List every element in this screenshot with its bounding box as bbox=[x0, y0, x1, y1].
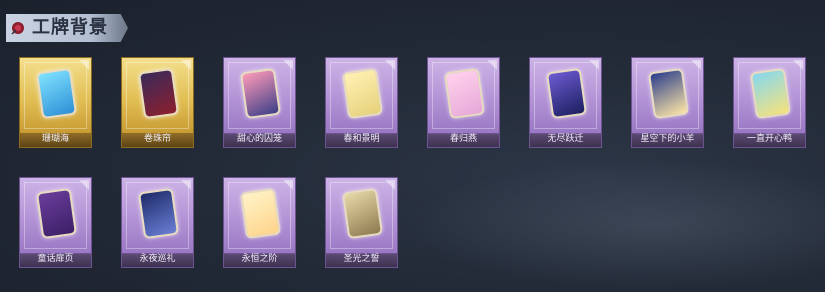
card-frame bbox=[223, 57, 296, 134]
card-spring-swallow[interactable]: 春归燕 bbox=[427, 57, 500, 148]
card-thumbnail bbox=[443, 67, 486, 120]
card-label: 永恒之阶 bbox=[241, 254, 278, 264]
card-sweetheart-cage[interactable]: 甜心的囚笼 bbox=[223, 57, 296, 148]
card-fairytale-page[interactable]: 童话扉页 bbox=[19, 177, 92, 268]
card-label: 星空下的小羊 bbox=[640, 134, 695, 144]
card-label: 甜心的囚笼 bbox=[236, 134, 282, 144]
card-eternal-night[interactable]: 永夜巡礼 bbox=[121, 177, 194, 268]
card-thumbnail bbox=[749, 67, 792, 120]
background-mist bbox=[405, 160, 825, 290]
card-frame bbox=[325, 57, 398, 134]
card-thumbnail bbox=[137, 187, 180, 240]
card-label-bar: 童话扉页 bbox=[19, 254, 92, 268]
card-starry-lamb[interactable]: 星空下的小羊 bbox=[631, 57, 704, 148]
rose-emblem-icon bbox=[11, 22, 24, 35]
card-frame bbox=[19, 57, 92, 134]
card-label: 童话扉页 bbox=[37, 254, 74, 264]
card-label-bar: 一直开心鸭 bbox=[733, 134, 806, 148]
card-label: 永夜巡礼 bbox=[139, 254, 176, 264]
card-frame bbox=[121, 57, 194, 134]
card-happy-duck[interactable]: 一直开心鸭 bbox=[733, 57, 806, 148]
card-frame bbox=[631, 57, 704, 134]
card-label: 春和景明 bbox=[343, 134, 380, 144]
card-thumbnail bbox=[239, 67, 282, 120]
card-label-bar: 永恒之阶 bbox=[223, 254, 296, 268]
card-frame bbox=[427, 57, 500, 134]
card-bead-curtain[interactable]: 卷珠帘 bbox=[121, 57, 194, 148]
card-label-bar: 春归燕 bbox=[427, 134, 500, 148]
card-frame bbox=[529, 57, 602, 134]
card-eternal-steps[interactable]: 永恒之阶 bbox=[223, 177, 296, 268]
card-label-bar: 春和景明 bbox=[325, 134, 398, 148]
card-label-bar: 珊瑚海 bbox=[19, 134, 92, 148]
card-label: 圣光之誓 bbox=[343, 254, 380, 264]
card-thumbnail bbox=[545, 67, 588, 120]
card-thumbnail bbox=[341, 187, 384, 240]
section-header: 工牌背景 bbox=[6, 14, 128, 42]
card-frame bbox=[19, 177, 92, 254]
card-label-bar: 星空下的小羊 bbox=[631, 134, 704, 148]
card-frame bbox=[121, 177, 194, 254]
card-label: 珊瑚海 bbox=[41, 134, 69, 144]
card-holy-oath[interactable]: 圣光之誓 bbox=[325, 177, 398, 268]
card-label: 卷珠帘 bbox=[143, 134, 171, 144]
card-frame bbox=[325, 177, 398, 254]
card-label-bar: 卷珠帘 bbox=[121, 134, 194, 148]
card-thumbnail bbox=[35, 67, 78, 120]
card-label-bar: 甜心的囚笼 bbox=[223, 134, 296, 148]
card-spring-bright[interactable]: 春和景明 bbox=[325, 57, 398, 148]
card-thumbnail bbox=[341, 67, 384, 120]
card-thumbnail bbox=[35, 187, 78, 240]
card-frame bbox=[223, 177, 296, 254]
card-thumbnail bbox=[239, 187, 282, 240]
card-thumbnail bbox=[137, 67, 180, 120]
card-label-bar: 永夜巡礼 bbox=[121, 254, 194, 268]
section-title: 工牌背景 bbox=[32, 17, 108, 38]
card-frame bbox=[733, 57, 806, 134]
card-label: 一直开心鸭 bbox=[746, 134, 792, 144]
card-label-bar: 无尽跃迁 bbox=[529, 134, 602, 148]
card-thumbnail bbox=[647, 67, 690, 120]
card-label-bar: 圣光之誓 bbox=[325, 254, 398, 268]
card-label: 春归燕 bbox=[449, 134, 477, 144]
card-endless-transition[interactable]: 无尽跃迁 bbox=[529, 57, 602, 148]
card-label: 无尽跃迁 bbox=[547, 134, 584, 144]
card-coral-sea[interactable]: 珊瑚海 bbox=[19, 57, 92, 148]
